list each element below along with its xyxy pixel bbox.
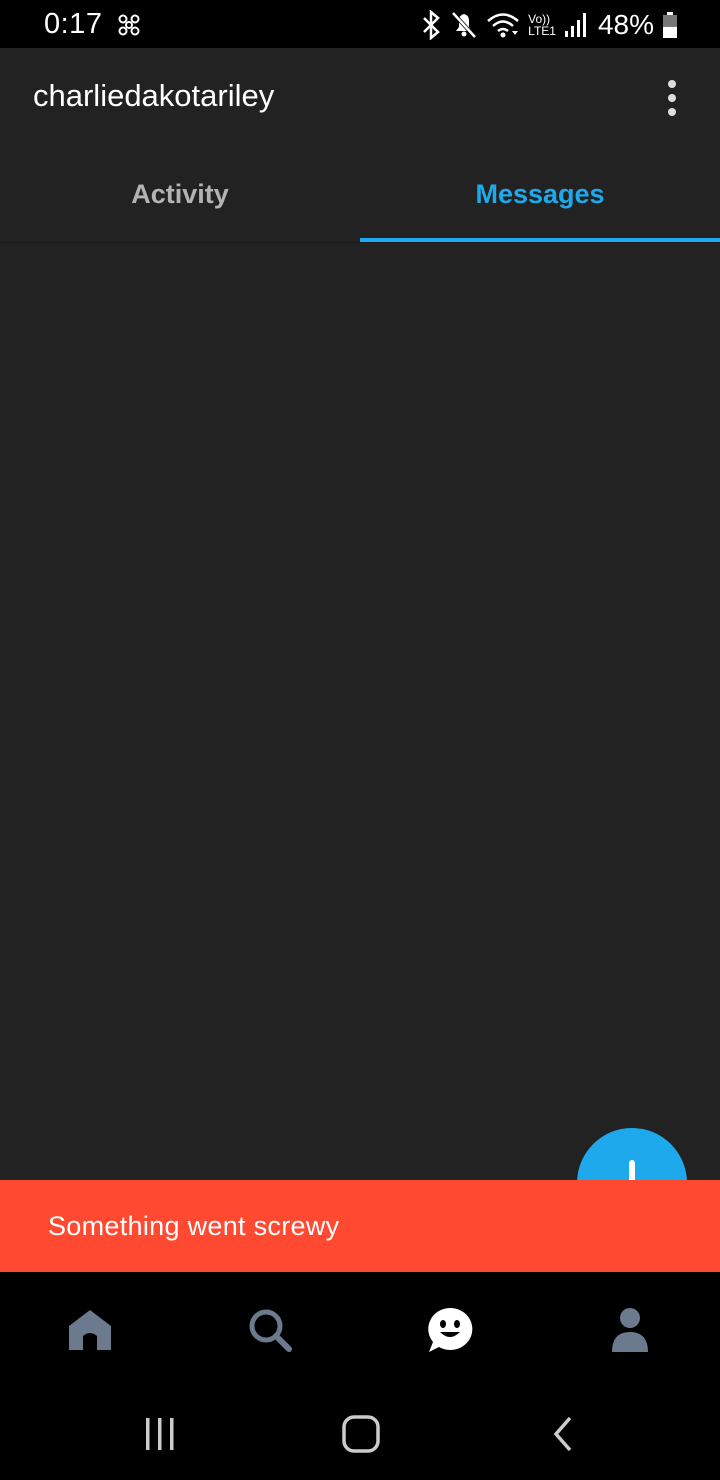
recents-icon xyxy=(146,1418,174,1450)
mute-icon xyxy=(451,11,477,39)
search-icon xyxy=(249,1309,292,1352)
status-bar: 0:17 Vo)) LTE1 48% xyxy=(0,0,720,48)
overflow-menu-icon[interactable] xyxy=(658,76,686,120)
nav-search[interactable] xyxy=(240,1300,300,1360)
back-button[interactable] xyxy=(533,1410,593,1458)
home-button-icon xyxy=(342,1415,380,1453)
chat-smiley-icon xyxy=(428,1307,473,1352)
status-time: 0:17 xyxy=(44,8,103,40)
nav-profile[interactable] xyxy=(600,1300,660,1360)
bluetooth-icon xyxy=(423,10,440,40)
lte-label: LTE1 xyxy=(528,24,556,38)
account-name: charliedakotariley xyxy=(33,78,275,113)
snackbar-message: Something went screwy xyxy=(48,1210,340,1241)
wifi-icon xyxy=(487,13,519,38)
messages-list xyxy=(0,243,720,1180)
status-icons: Vo)) LTE1 48% xyxy=(420,7,678,43)
home-icon xyxy=(69,1310,111,1350)
battery-icon xyxy=(663,12,677,38)
home-button[interactable] xyxy=(331,1410,391,1458)
bottom-nav xyxy=(0,1272,720,1388)
signal-icon xyxy=(564,13,586,37)
app-bar: charliedakotariley xyxy=(0,48,720,147)
tab-bar: Activity Messages xyxy=(0,146,720,243)
tab-messages[interactable]: Messages xyxy=(360,146,720,242)
nav-home[interactable] xyxy=(60,1300,120,1360)
tab-selected-indicator xyxy=(360,238,720,242)
nav-messages[interactable] xyxy=(420,1300,480,1360)
profile-icon xyxy=(612,1308,648,1352)
tab-activity[interactable]: Activity xyxy=(0,146,360,242)
pinwheel-notification-icon xyxy=(118,14,140,36)
recents-button[interactable] xyxy=(130,1410,190,1458)
volte-lte-icon: Vo)) LTE1 xyxy=(528,13,556,37)
back-icon xyxy=(553,1416,572,1452)
error-snackbar: Something went screwy xyxy=(0,1180,720,1272)
battery-percent: 48% xyxy=(597,9,654,40)
system-nav-bar xyxy=(0,1388,720,1480)
